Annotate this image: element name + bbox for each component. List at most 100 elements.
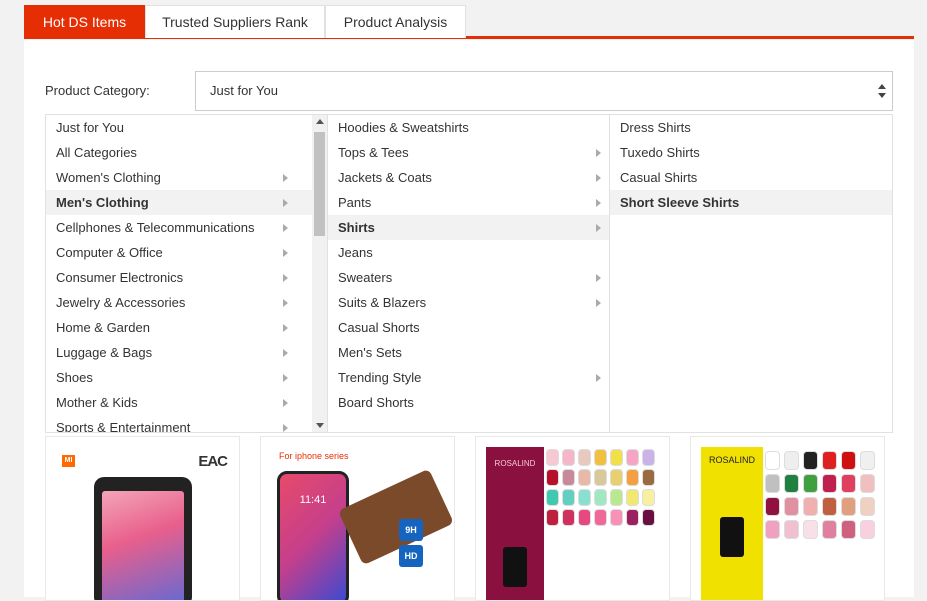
category-item-label: Jackets & Coats	[338, 170, 432, 185]
category-item-label: Shoes	[56, 370, 93, 385]
chevron-right-icon	[596, 299, 601, 307]
color-swatch	[860, 474, 875, 493]
color-swatch	[822, 497, 837, 516]
color-swatch	[803, 520, 818, 539]
color-swatch	[626, 469, 639, 486]
category-item-hoodies-and-sweatshirts[interactable]: Hoodies & Sweatshirts	[328, 115, 609, 140]
chevron-right-icon	[283, 274, 288, 282]
category-item-label: Cellphones & Telecommunications	[56, 220, 255, 235]
phone-image	[94, 477, 192, 600]
color-swatch	[784, 451, 799, 470]
category-item-label: All Categories	[56, 145, 137, 160]
color-swatch	[578, 469, 591, 486]
chevron-right-icon	[283, 424, 288, 432]
category-item-just-for-you[interactable]: Just for You	[46, 115, 312, 140]
category-item-shirts[interactable]: Shirts	[328, 215, 609, 240]
color-swatch	[642, 509, 655, 526]
category-item-computer-and-office[interactable]: Computer & Office	[46, 240, 312, 265]
category-item-label: Tuxedo Shirts	[620, 145, 700, 160]
chevron-right-icon	[283, 224, 288, 232]
color-swatch	[594, 469, 607, 486]
color-swatch	[822, 474, 837, 493]
category-item-shoes[interactable]: Shoes	[46, 365, 312, 390]
category-item-casual-shirts[interactable]: Casual Shirts	[610, 165, 892, 190]
rosalind-brand: ROSALIND	[494, 459, 536, 468]
category-item-luggage-and-bags[interactable]: Luggage & Bags	[46, 340, 312, 365]
category-item-jeans[interactable]: Jeans	[328, 240, 609, 265]
category-cascader: Just for You All Categories Women's Clothi…	[45, 114, 893, 433]
category-item-sweaters[interactable]: Sweaters	[328, 265, 609, 290]
category-item-label: Board Shorts	[338, 395, 414, 410]
color-swatch	[546, 469, 559, 486]
category-item-casual-shorts[interactable]: Casual Shorts	[328, 315, 609, 340]
color-swatch	[784, 474, 799, 493]
category-item-label: Suits & Blazers	[338, 295, 427, 310]
category-item-home-and-garden[interactable]: Home & Garden	[46, 315, 312, 340]
tab-bar: Hot DS Items Trusted Suppliers Rank Prod…	[24, 5, 914, 39]
color-swatches	[765, 451, 877, 600]
color-swatch	[765, 451, 780, 470]
chevron-right-icon	[596, 199, 601, 207]
product-card[interactable]: For iphone series 11:41 9H HD	[260, 436, 455, 601]
color-swatches	[546, 449, 664, 599]
category-item-label: Men's Sets	[338, 345, 402, 360]
tab-product-analysis[interactable]: Product Analysis	[325, 5, 466, 38]
category-item-tops-and-tees[interactable]: Tops & Tees	[328, 140, 609, 165]
category-item-cellphones-and-telecommunications[interactable]: Cellphones & Telecommunications	[46, 215, 312, 240]
color-swatch	[803, 497, 818, 516]
tab-trusted-suppliers-rank[interactable]: Trusted Suppliers Rank	[145, 5, 325, 38]
category-item-sports-and-entertainment[interactable]: Sports & Entertainment	[46, 415, 312, 432]
category-item-short-sleeve-shirts[interactable]: Short Sleeve Shirts	[610, 190, 892, 215]
color-swatch	[860, 520, 875, 539]
color-swatch	[562, 469, 575, 486]
color-swatch	[594, 449, 607, 466]
color-swatch	[784, 497, 799, 516]
product-card[interactable]: ROSALIND	[690, 436, 885, 601]
chevron-right-icon	[596, 174, 601, 182]
color-swatch	[578, 449, 591, 466]
category-item-mother-and-kids[interactable]: Mother & Kids	[46, 390, 312, 415]
category-item-label: Sports & Entertainment	[56, 420, 191, 432]
category-item-label: Casual Shirts	[620, 170, 698, 185]
color-swatch	[860, 451, 875, 470]
product-category-value: Just for You	[210, 83, 278, 98]
category-item-all-categories[interactable]: All Categories	[46, 140, 312, 165]
color-swatch	[841, 474, 856, 493]
category-item-consumer-electronics[interactable]: Consumer Electronics	[46, 265, 312, 290]
color-swatch	[822, 520, 837, 539]
category-item-tuxedo-shirts[interactable]: Tuxedo Shirts	[610, 140, 892, 165]
color-swatch	[626, 489, 639, 506]
category-item-men-s-sets[interactable]: Men's Sets	[328, 340, 609, 365]
chevron-right-icon	[283, 299, 288, 307]
category-item-jewelry-and-accessories[interactable]: Jewelry & Accessories	[46, 290, 312, 315]
category-item-label: Men's Clothing	[56, 195, 149, 210]
color-swatch	[546, 489, 559, 506]
chevron-right-icon	[596, 149, 601, 157]
category-item-women-s-clothing[interactable]: Women's Clothing	[46, 165, 312, 190]
color-swatch	[578, 489, 591, 506]
category-item-suits-and-blazers[interactable]: Suits & Blazers	[328, 290, 609, 315]
category-item-jackets-and-coats[interactable]: Jackets & Coats	[328, 165, 609, 190]
product-card[interactable]: ROSALIND	[475, 436, 670, 601]
color-swatch	[841, 451, 856, 470]
color-swatch	[784, 520, 799, 539]
category-item-label: Consumer Electronics	[56, 270, 184, 285]
scroll-down-icon[interactable]	[316, 423, 324, 428]
color-swatch	[546, 509, 559, 526]
scroll-thumb[interactable]	[314, 132, 325, 236]
category-item-board-shorts[interactable]: Board Shorts	[328, 390, 609, 415]
tab-hot-ds-items[interactable]: Hot DS Items	[24, 5, 145, 38]
color-swatch	[841, 520, 856, 539]
category-item-men-s-clothing[interactable]: Men's Clothing	[46, 190, 312, 215]
category-scrollbar[interactable]	[312, 115, 327, 432]
product-category-select[interactable]: Just for You	[195, 71, 893, 111]
color-swatch	[841, 497, 856, 516]
product-card[interactable]: MI EAC	[45, 436, 240, 601]
category-item-trending-style[interactable]: Trending Style	[328, 365, 609, 390]
category-item-dress-shirts[interactable]: Dress Shirts	[610, 115, 892, 140]
category-item-label: Home & Garden	[56, 320, 150, 335]
chevron-right-icon	[283, 199, 288, 207]
scroll-up-icon[interactable]	[316, 119, 324, 124]
color-swatch	[803, 451, 818, 470]
category-item-pants[interactable]: Pants	[328, 190, 609, 215]
